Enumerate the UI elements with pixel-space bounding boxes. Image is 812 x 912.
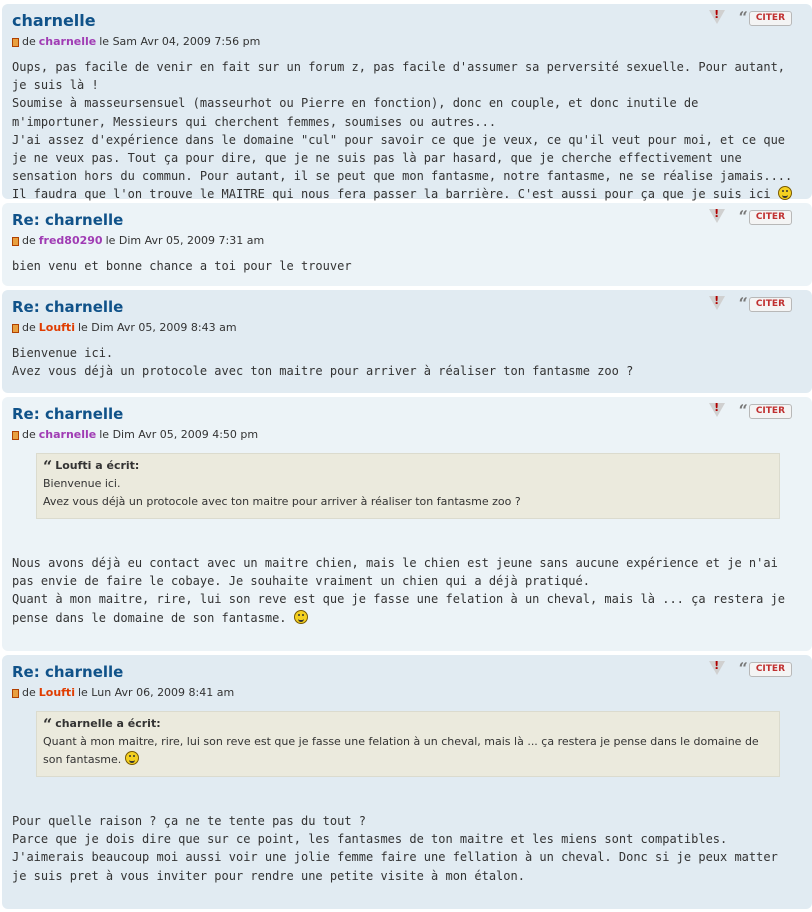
post-date: le Sam Avr 04, 2009 7:56 pm	[99, 35, 261, 48]
content-line: Nous avons déjà eu contact avec un maitr…	[12, 556, 778, 589]
by-label: de	[22, 686, 36, 699]
report-button[interactable]: !	[708, 8, 725, 26]
by-label: de	[22, 35, 36, 48]
quote-icon: “	[738, 207, 748, 226]
post-icon[interactable]	[12, 430, 19, 440]
post-content: Pour quelle raison ? ça ne te tente pas …	[12, 812, 802, 885]
post-author-line: de fred80290 le Dim Avr 05, 2009 7:31 am	[12, 234, 802, 248]
author-link[interactable]: Loufti	[39, 686, 75, 700]
post-icon[interactable]	[12, 37, 19, 47]
report-glyph: !	[714, 401, 720, 414]
report-button[interactable]: !	[708, 659, 725, 677]
post: Re: charnelle ! “CITER de Loufti le Dim …	[2, 290, 812, 393]
quote-cite-text: charnelle a écrit:	[55, 717, 161, 730]
quote-icon: “	[738, 659, 748, 678]
post-content: Oups, pas facile de venir en fait sur un…	[12, 58, 802, 204]
post: charnelle ! “CITER de charnelle le Sam A…	[2, 4, 812, 201]
post-icon[interactable]	[12, 688, 19, 698]
blockquote: “charnelle a écrit: Quant à mon maitre, …	[36, 711, 780, 777]
post-date: le Dim Avr 05, 2009 4:50 pm	[99, 428, 259, 441]
content-line: Oups, pas facile de venir en fait sur un…	[12, 60, 786, 93]
author-link[interactable]: charnelle	[39, 428, 97, 442]
quote-mark-icon: “	[43, 715, 53, 734]
quote-button-label: CITER	[748, 403, 792, 419]
author-link[interactable]: fred80290	[39, 234, 103, 248]
by-label: de	[22, 428, 36, 441]
content-text: Il faudra que l'on trouve le MAITRE qui …	[12, 187, 771, 202]
quote-button[interactable]: “CITER	[738, 207, 792, 226]
post-author-line: de Loufti le Lun Avr 06, 2009 8:41 am	[12, 686, 802, 700]
report-button[interactable]: !	[708, 401, 725, 419]
post-date: le Dim Avr 05, 2009 7:31 am	[105, 234, 265, 247]
post: Re: charnelle ! “CITER de Loufti le Lun …	[2, 655, 812, 909]
post-author-line: de charnelle le Sam Avr 04, 2009 7:56 pm	[12, 35, 802, 49]
post-buttons: ! “CITER	[708, 207, 792, 226]
quote-mark-icon: “	[43, 457, 53, 476]
quote-cite: “Loufti a écrit:	[43, 458, 773, 475]
content-line: Avez vous déjà un protocole avec ton mai…	[12, 364, 634, 379]
content-line: Il faudra que l'on trouve le MAITRE qui …	[12, 185, 798, 203]
post-title[interactable]: Re: charnelle	[12, 404, 802, 424]
quote-button-label: CITER	[748, 209, 792, 225]
quote-button[interactable]: “CITER	[738, 401, 792, 420]
report-glyph: !	[714, 207, 720, 220]
post-icon[interactable]	[12, 323, 19, 333]
author-link[interactable]: Loufti	[39, 321, 75, 335]
post-date: le Dim Avr 05, 2009 8:43 am	[77, 321, 237, 334]
report-button[interactable]: !	[708, 207, 725, 225]
quote-button[interactable]: “CITER	[738, 659, 792, 678]
quote-cite-text: Loufti a écrit:	[55, 459, 140, 472]
post-author-line: de charnelle le Dim Avr 05, 2009 4:50 pm	[12, 428, 802, 442]
content-line: Pour quelle raison ? ça ne te tente pas …	[12, 814, 367, 828]
post-buttons: ! “CITER	[708, 294, 792, 313]
blockquote: “Loufti a écrit: Bienvenue ici. Avez vou…	[36, 453, 780, 519]
quote-line: Bienvenue ici.	[43, 477, 121, 490]
post-author-line: de Loufti le Dim Avr 05, 2009 8:43 am	[12, 321, 802, 335]
author-link[interactable]: charnelle	[39, 35, 97, 49]
content-line: Soumise à masseursensuel (masseurhot ou …	[12, 96, 699, 129]
quote-text: Quant à mon maitre, rire, lui son reve e…	[43, 735, 759, 766]
post-buttons: ! “CITER	[708, 8, 792, 27]
by-label: de	[22, 321, 36, 334]
content-line: J'ai assez d'expérience dans le domaine …	[12, 132, 793, 184]
post: Re: charnelle ! “CITER de fred80290 le D…	[2, 203, 812, 286]
report-button[interactable]: !	[708, 294, 725, 312]
post-title[interactable]: charnelle	[12, 11, 802, 31]
post-date: le Lun Avr 06, 2009 8:41 am	[77, 686, 235, 699]
post-icon[interactable]	[12, 236, 19, 246]
content-text: Quant à mon maitre, rire, lui son reve e…	[12, 592, 786, 625]
quote-icon: “	[738, 294, 748, 313]
post-content: Bienvenue ici. Avez vous déjà un protoco…	[12, 344, 802, 380]
quote-button-label: CITER	[748, 661, 792, 677]
report-glyph: !	[714, 659, 720, 672]
smiley-icon	[777, 186, 792, 201]
post-content: bien venu et bonne chance a toi pour le …	[12, 257, 802, 275]
report-glyph: !	[714, 8, 720, 21]
content-line: Bienvenue ici.	[12, 346, 114, 360]
by-label: de	[22, 234, 36, 247]
content-line: bien venu et bonne chance a toi pour le …	[12, 259, 352, 273]
smiley-icon	[124, 751, 139, 765]
quote-line: Avez vous déjà un protocole avec ton mai…	[43, 495, 521, 508]
quote-button-label: CITER	[748, 10, 792, 26]
post-buttons: ! “CITER	[708, 401, 792, 420]
content-line: Parce que je dois dire que sur ce point,…	[12, 832, 778, 883]
quote-button[interactable]: “CITER	[738, 294, 792, 313]
quote-button-label: CITER	[748, 296, 792, 312]
post-buttons: ! “CITER	[708, 659, 792, 678]
quote-line: Quant à mon maitre, rire, lui son reve e…	[43, 733, 773, 769]
post-title[interactable]: Re: charnelle	[12, 297, 802, 317]
report-glyph: !	[714, 294, 720, 307]
quote-cite: “charnelle a écrit:	[43, 716, 773, 733]
quote-icon: “	[738, 8, 748, 27]
post: Re: charnelle ! “CITER de charnelle le D…	[2, 397, 812, 651]
post-title[interactable]: Re: charnelle	[12, 210, 802, 230]
content-line: Quant à mon maitre, rire, lui son reve e…	[12, 590, 798, 626]
quote-icon: “	[738, 401, 748, 420]
post-title[interactable]: Re: charnelle	[12, 662, 802, 682]
quote-button[interactable]: “CITER	[738, 8, 792, 27]
smiley-icon	[293, 609, 308, 624]
post-content: Nous avons déjà eu contact avec un maitr…	[12, 554, 802, 627]
